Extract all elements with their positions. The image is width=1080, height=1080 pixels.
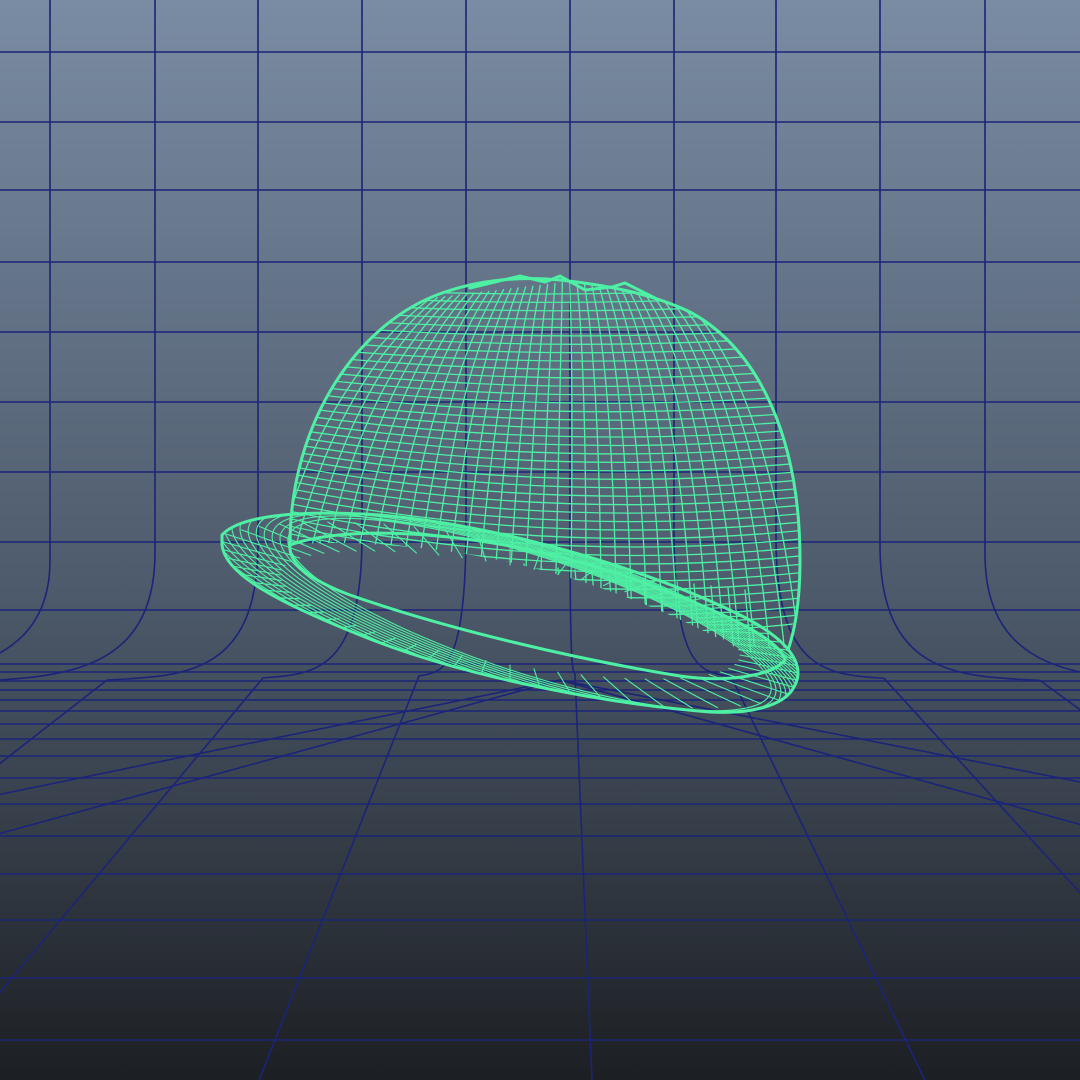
3d-viewport[interactable] [0,0,1080,1080]
viewport-background [0,0,1080,1080]
viewport-canvas[interactable] [0,0,1080,1080]
